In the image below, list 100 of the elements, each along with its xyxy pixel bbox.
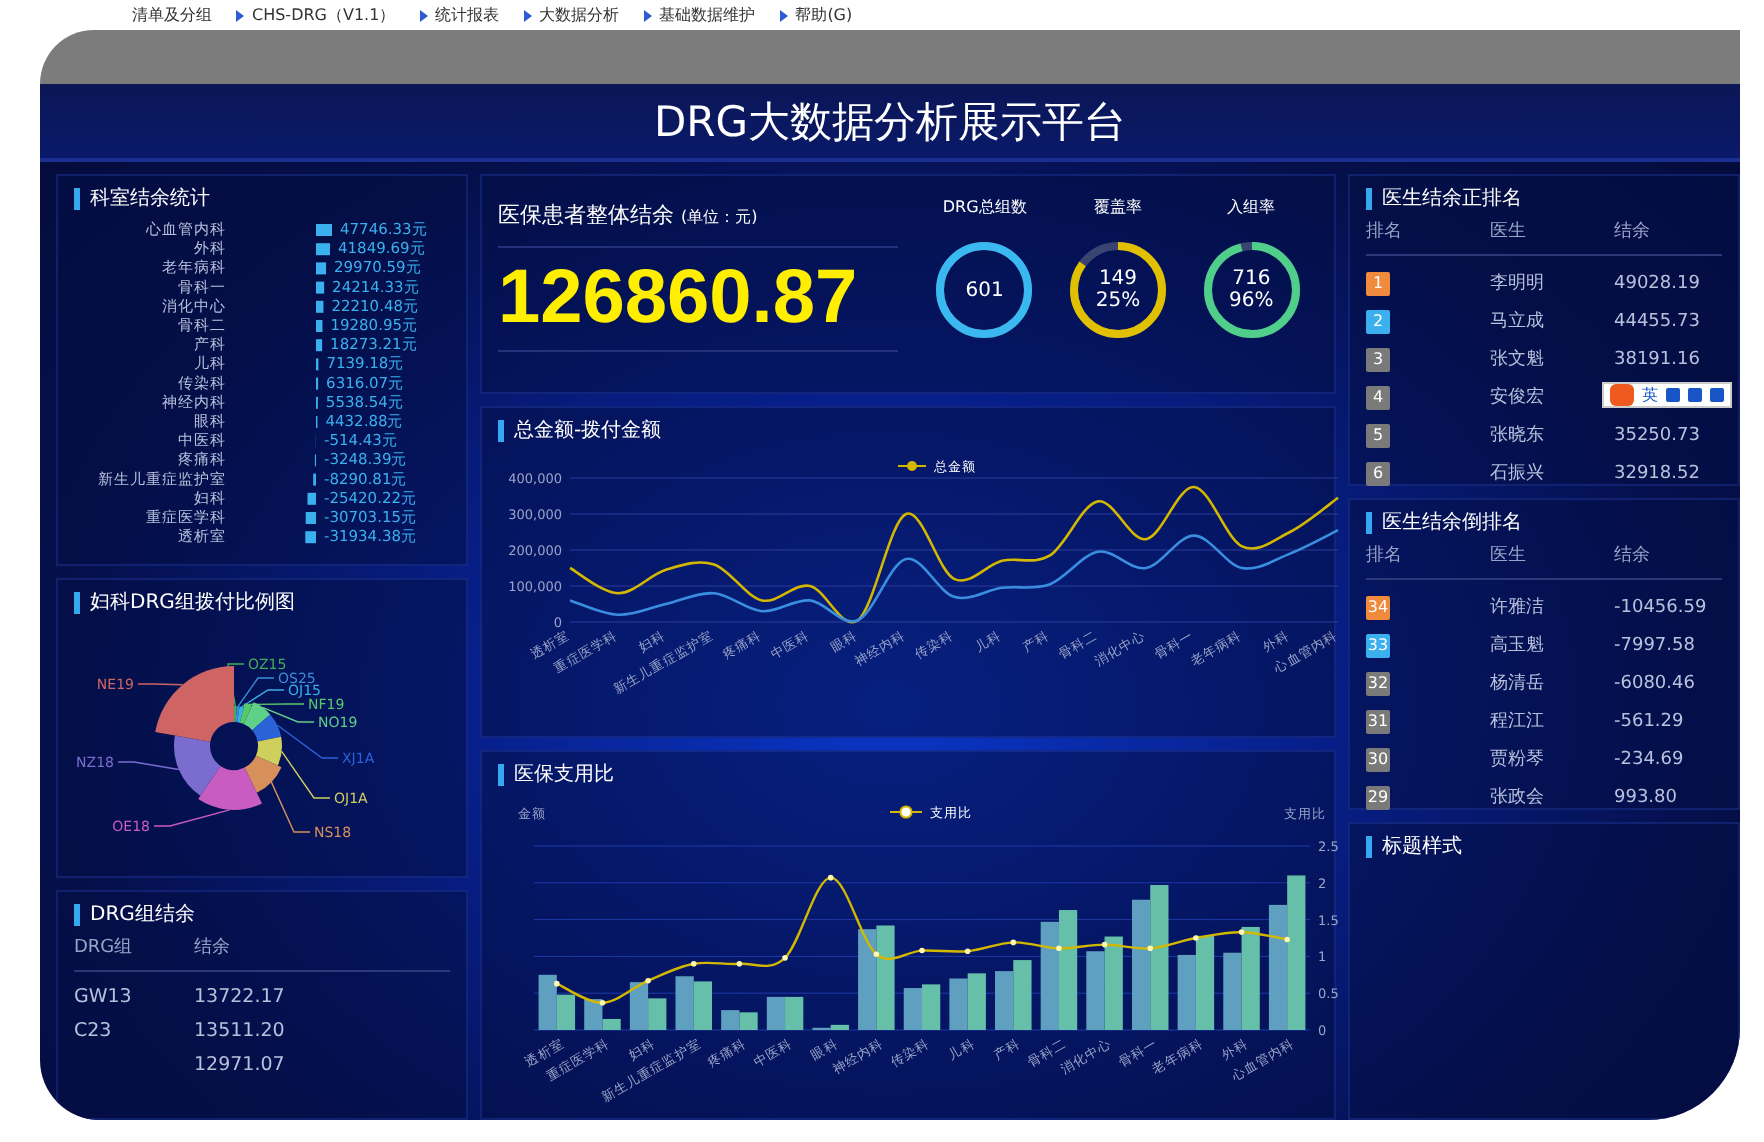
balance-value: 38191.16 [1614,349,1702,369]
doctor-name: 程江江 [1490,709,1546,734]
ring-value: 716 [1232,268,1271,290]
balance-value: -234.69 [1614,749,1686,769]
drg-group-cell-text: C23 [74,1020,114,1042]
data-point [645,977,651,984]
data-point [1010,939,1017,946]
doctor-name: 安俊宏 [1490,385,1546,410]
balance-value: -561.29 [1614,711,1686,731]
page-title: DRG大数据分析展示平台 [653,95,1127,149]
column-header: 结余 [194,935,232,960]
panel-title: 医生结余正排名 [1366,188,1722,210]
data-point [1238,929,1245,935]
rank-badge: 34 [1366,595,1390,619]
data-point [1101,941,1108,948]
data-point [690,960,697,967]
leader-line [281,750,331,799]
balance-value: 35250.73 [1614,425,1702,445]
rank-badge: 30 [1366,747,1390,771]
balance-value: -6080.46 [1614,673,1697,693]
doctor-name: 张政会 [1490,785,1546,810]
data-point [736,960,743,967]
doctor-name: 张晓东 [1490,423,1546,448]
doctor-name: 杨清岳 [1490,671,1546,696]
ime-logo-icon [1610,384,1634,406]
balance-cell-text: 12971.07 [194,1054,287,1076]
column-header: 结余 [1614,219,1652,244]
doctor-name: 贾粉琴 [1490,747,1546,772]
rank-badge: 31 [1366,709,1390,733]
menu-item[interactable]: 统计报表 [419,4,500,26]
ring-label: 入组率 [1227,196,1276,218]
panel-title: 医生结余倒排名 [1366,512,1722,534]
ring-value: 601 [965,279,1004,301]
menu-item[interactable]: 帮助(G) [779,4,853,26]
doctor-name: 许雅洁 [1490,595,1546,620]
balance-value: 993.80 [1614,787,1679,807]
data-point [782,955,788,961]
column-header: 结余 [1614,543,1652,568]
legend-marker-icon [889,805,923,819]
ring-percent: 96% [1229,290,1274,312]
data-point [1193,935,1199,941]
panel-title: 妇科DRG组拨付比例图 [74,592,450,614]
doctor-name: 张文魁 [1490,347,1546,372]
doctor-name: 高玉魁 [1490,633,1546,658]
column-header: 排名 [1366,543,1404,568]
balance-cell-text: 13511.20 [194,1020,287,1042]
drg-group-cell-text: GW13 [74,986,134,1008]
doctor-name: 石振兴 [1490,461,1546,486]
kpi-title: 医保患者整体结余 (单位：元) [498,188,898,248]
column-header: 排名 [1366,219,1404,244]
triangle-icon [523,9,532,21]
rank-badge: 3 [1366,347,1390,371]
doctor-name: 李明明 [1490,271,1546,296]
menu-item[interactable]: 清单及分组 [132,4,212,26]
data-point [873,951,880,957]
balance-value: -7997.58 [1614,635,1697,655]
panel-title: DRG组结余 [74,904,450,926]
leader-line [117,761,180,771]
triangle-icon [643,9,652,21]
panel-title: 总金额-拨付金额 [498,420,1318,442]
leader-line [153,809,231,827]
rank-badge: 5 [1366,423,1390,447]
rank-badge: 2 [1366,309,1390,333]
data-point [1147,945,1154,952]
leader-line [270,781,311,833]
ime-mode-label: 英 [1642,384,1658,406]
ime-toolbar[interactable]: 英 [1602,382,1732,408]
column-header: DRG组 [74,935,135,960]
balance-value: 32918.52 [1614,463,1702,483]
rank-badge: 1 [1366,271,1390,295]
menu-item[interactable]: 基础数据维护 [643,4,756,26]
rank-badge: 33 [1366,633,1390,657]
balance-value: -10456.59 [1614,597,1709,617]
ring-label: 覆盖率 [1093,196,1142,218]
menu-item[interactable]: CHS-DRG（V1.1） [236,4,396,26]
balance-cell-text: 13722.17 [194,986,287,1008]
balance-value: 44455.73 [1614,311,1702,331]
triangle-icon [236,9,244,21]
rank-badge: 4 [1366,385,1390,409]
ring-value: 149 [1098,268,1138,290]
ring-percent: 25% [1095,290,1141,312]
leader-line [137,683,184,686]
data-point [1056,945,1062,952]
triangle-icon [419,9,428,21]
panel-title: 医保支用比 [498,764,1318,786]
kpi-value: 126860.87 [498,248,898,352]
rank-badge: 6 [1366,461,1390,485]
triangle-icon [779,9,788,21]
data-point [554,980,560,987]
ring-label: DRG总组数 [942,196,1027,218]
data-point [827,874,834,881]
column-header: 医生 [1490,543,1528,568]
menu-item[interactable]: 大数据分析 [523,4,620,26]
legend-marker-icon [897,461,927,471]
rank-badge: 32 [1366,671,1390,695]
data-point [1284,936,1290,943]
data-point [919,947,925,954]
rank-badge: 29 [1366,785,1390,809]
data-point [599,999,606,1006]
data-point [964,948,971,955]
